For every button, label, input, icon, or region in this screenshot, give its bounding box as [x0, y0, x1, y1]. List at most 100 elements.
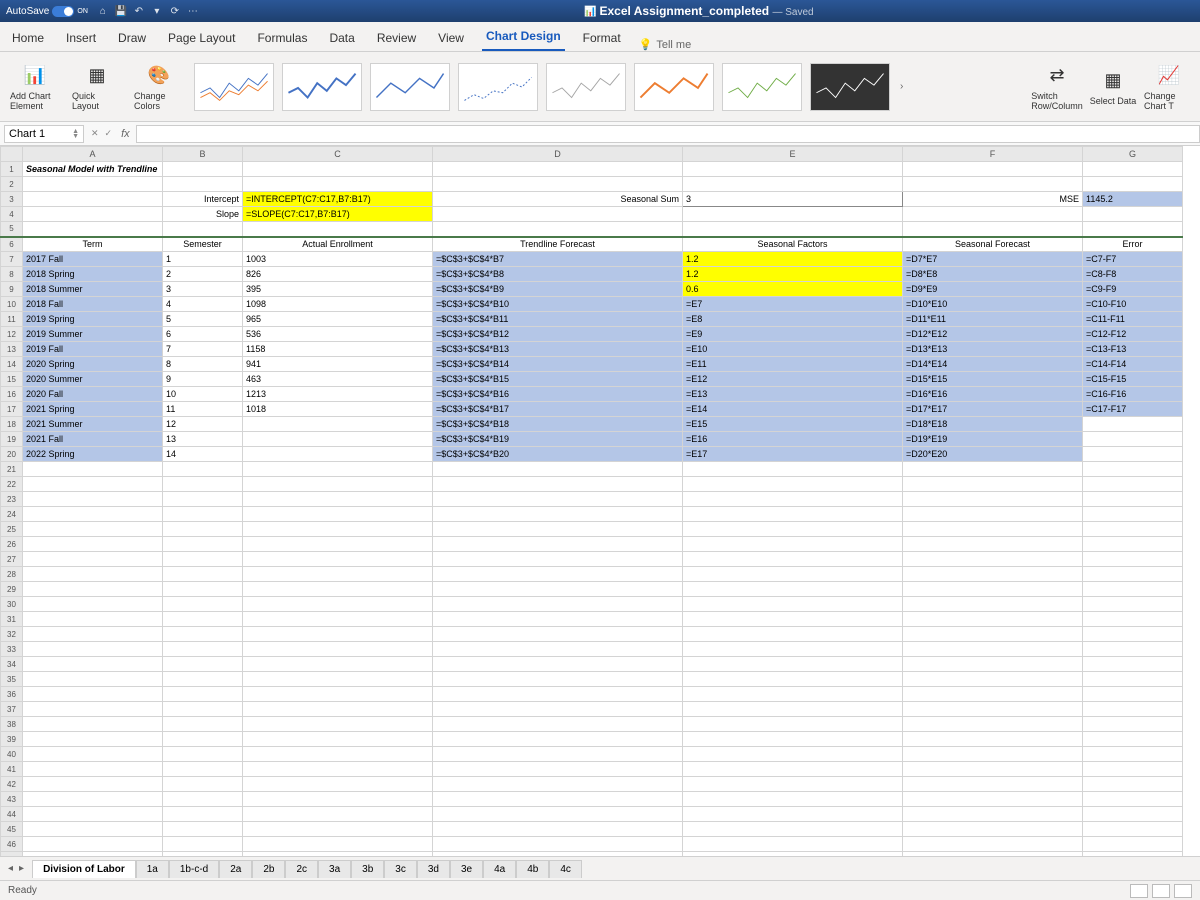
- select-data-button[interactable]: ▦ Select Data: [1088, 68, 1138, 106]
- palette-icon: 🎨: [146, 63, 172, 89]
- ribbon-tabs: Home Insert Draw Page Layout Formulas Da…: [0, 22, 1200, 52]
- cell-A1[interactable]: Seasonal Model with Trendline: [23, 162, 163, 177]
- cell-F3[interactable]: MSE: [903, 192, 1083, 207]
- chart-style-3[interactable]: [370, 63, 450, 111]
- col-header-G[interactable]: G: [1083, 147, 1183, 162]
- formula-bar-row: Chart 1 ▲▼ ✕ ✓ fx: [0, 122, 1200, 146]
- sheet-tab-3d[interactable]: 3d: [417, 860, 450, 878]
- autosave-toggle[interactable]: AutoSave ON: [6, 6, 88, 17]
- hdr-error[interactable]: Error: [1083, 237, 1183, 252]
- hdr-semester[interactable]: Semester: [163, 237, 243, 252]
- col-header-B[interactable]: B: [163, 147, 243, 162]
- more-icon[interactable]: ⋯: [186, 4, 200, 18]
- select-all[interactable]: [1, 147, 23, 162]
- save-icon[interactable]: 💾: [114, 4, 128, 18]
- change-chart-type-button[interactable]: 📈 Change Chart T: [1144, 63, 1194, 111]
- tab-view[interactable]: View: [434, 25, 468, 51]
- hdr-trendline[interactable]: Trendline Forecast: [433, 237, 683, 252]
- hdr-term[interactable]: Term: [23, 237, 163, 252]
- switch-icon: ⇄: [1044, 63, 1070, 89]
- sheet-tab-3a[interactable]: 3a: [318, 860, 351, 878]
- chart-style-1[interactable]: [194, 63, 274, 111]
- view-page-layout[interactable]: [1152, 884, 1170, 898]
- switch-row-column-button[interactable]: ⇄ Switch Row/Column: [1032, 63, 1082, 111]
- cell-A7[interactable]: 2017 Fall: [23, 252, 163, 267]
- chart-style-2[interactable]: [282, 63, 362, 111]
- sheet-tab-4c[interactable]: 4c: [549, 860, 582, 878]
- col-header-A[interactable]: A: [23, 147, 163, 162]
- change-colors-button[interactable]: 🎨 Change Colors: [134, 63, 184, 111]
- cell-B3[interactable]: Intercept: [163, 192, 243, 207]
- formula-input[interactable]: [136, 125, 1200, 143]
- cancel-icon[interactable]: ✕: [88, 128, 102, 139]
- chart-style-5[interactable]: [546, 63, 626, 111]
- tab-insert[interactable]: Insert: [62, 25, 100, 51]
- refresh-icon[interactable]: ⟳: [168, 4, 182, 18]
- home-icon[interactable]: ⌂: [96, 4, 110, 18]
- chart-style-6[interactable]: [634, 63, 714, 111]
- hdr-factors[interactable]: Seasonal Factors: [683, 237, 903, 252]
- cell-C4[interactable]: =SLOPE(C7:C17,B7:B17): [243, 207, 433, 222]
- worksheet[interactable]: A B C D E F G 1Seasonal Model with Trend…: [0, 146, 1200, 856]
- add-chart-element-button[interactable]: 📊 Add Chart Element: [10, 63, 60, 111]
- status-ready: Ready: [8, 885, 37, 896]
- tab-data[interactable]: Data: [325, 25, 358, 51]
- col-header-F[interactable]: F: [903, 147, 1083, 162]
- cell-E3[interactable]: 3: [683, 192, 903, 207]
- view-page-break[interactable]: [1174, 884, 1192, 898]
- tab-formulas[interactable]: Formulas: [253, 25, 311, 51]
- cells-grid[interactable]: A B C D E F G 1Seasonal Model with Trend…: [0, 146, 1183, 856]
- title-bar: AutoSave ON ⌂ 💾 ↶ ▾ ⟳ ⋯ 📊 Excel Assignme…: [0, 0, 1200, 22]
- sheet-tab-3b[interactable]: 3b: [351, 860, 384, 878]
- quick-layout-button[interactable]: ▦ Quick Layout: [72, 63, 122, 111]
- sheet-nav[interactable]: ◂▸: [0, 863, 32, 874]
- sheet-tab-3c[interactable]: 3c: [384, 860, 417, 878]
- col-header-D[interactable]: D: [433, 147, 683, 162]
- cell-G3[interactable]: 1145.2: [1083, 192, 1183, 207]
- sheet-tab-4b[interactable]: 4b: [516, 860, 549, 878]
- tell-me[interactable]: 💡 Tell me: [639, 38, 692, 51]
- name-box[interactable]: Chart 1 ▲▼: [4, 125, 84, 143]
- namebox-spinner[interactable]: ▲▼: [72, 129, 79, 139]
- cell-D3[interactable]: Seasonal Sum: [433, 192, 683, 207]
- tab-home[interactable]: Home: [8, 25, 48, 51]
- sheet-tab-3e[interactable]: 3e: [450, 860, 483, 878]
- col-header-C[interactable]: C: [243, 147, 433, 162]
- sheet-tab-division[interactable]: Division of Labor: [32, 860, 136, 878]
- sheet-tab-2b[interactable]: 2b: [252, 860, 285, 878]
- bulb-icon: 💡: [639, 38, 653, 51]
- cell-B4[interactable]: Slope: [163, 207, 243, 222]
- enter-icon[interactable]: ✓: [102, 128, 116, 139]
- tab-format[interactable]: Format: [579, 25, 625, 51]
- fx-icon[interactable]: fx: [115, 128, 136, 140]
- cell-C3[interactable]: =INTERCEPT(C7:C17,B7:B17): [243, 192, 433, 207]
- autosave-switch[interactable]: [52, 6, 74, 17]
- tab-review[interactable]: Review: [373, 25, 420, 51]
- tab-draw[interactable]: Draw: [114, 25, 150, 51]
- sheet-tab-2c[interactable]: 2c: [285, 860, 318, 878]
- autosave-label: AutoSave: [6, 6, 49, 17]
- hdr-actual[interactable]: Actual Enrollment: [243, 237, 433, 252]
- chart-style-more[interactable]: ›: [896, 81, 907, 92]
- view-normal[interactable]: [1130, 884, 1148, 898]
- col-header-E[interactable]: E: [683, 147, 903, 162]
- autosave-state: ON: [77, 8, 88, 15]
- tab-page-layout[interactable]: Page Layout: [164, 25, 239, 51]
- ribbon: 📊 Add Chart Element ▦ Quick Layout 🎨 Cha…: [0, 52, 1200, 122]
- sheet-tab-4a[interactable]: 4a: [483, 860, 516, 878]
- chart-style-4[interactable]: [458, 63, 538, 111]
- undo-icon[interactable]: ↶: [132, 4, 146, 18]
- chart-style-7[interactable]: [722, 63, 802, 111]
- hdr-seasonal[interactable]: Seasonal Forecast: [903, 237, 1083, 252]
- chart-style-8[interactable]: [810, 63, 890, 111]
- tab-chart-design[interactable]: Chart Design: [482, 23, 565, 51]
- status-bar: Ready: [0, 880, 1200, 900]
- chart-type-icon: 📈: [1156, 63, 1182, 89]
- redo-dropdown-icon[interactable]: ▾: [150, 4, 164, 18]
- sheet-tab-1bcd[interactable]: 1b-c-d: [169, 860, 219, 878]
- sheet-tabs: ◂▸ Division of Labor 1a 1b-c-d 2a 2b 2c …: [0, 856, 1200, 880]
- sheet-tab-2a[interactable]: 2a: [219, 860, 252, 878]
- quick-layout-icon: ▦: [84, 63, 110, 89]
- sheet-tab-1a[interactable]: 1a: [136, 860, 169, 878]
- document-title: 📊 Excel Assignment_completed — Saved: [204, 4, 1194, 18]
